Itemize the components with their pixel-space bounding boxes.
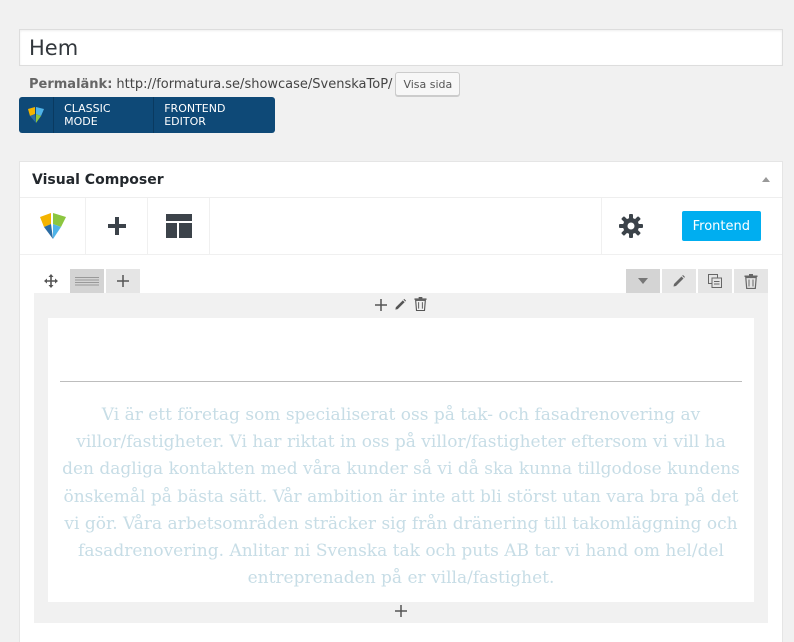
column-controls [34,293,768,317]
permalink-row: Permalänk: http://formatura.se/showcase/… [29,72,461,96]
templates-button[interactable] [148,198,210,254]
row-body: Vi är ett företag som specialiserat oss … [34,293,768,623]
row-toggle-button[interactable] [626,269,660,293]
collapse-toggle-icon[interactable] [762,177,770,182]
add-element-bottom-button[interactable] [34,605,768,617]
column-edit-button[interactable] [394,296,407,315]
editor-mode-bar: CLASSIC MODE FRONTEND EDITOR [19,97,275,133]
row-edit-button[interactable] [662,269,696,293]
permalink-url[interactable]: http://formatura.se/showcase/SvenskaToP/ [116,77,392,92]
settings-button[interactable] [600,198,661,254]
separator-line [60,381,742,382]
panel-title: Visual Composer [32,171,164,188]
copy-icon [708,274,722,288]
column-delete-button[interactable] [414,296,427,315]
row-layout-button[interactable] [70,269,104,293]
vc-logo-button[interactable] [20,198,86,254]
trash-icon [744,273,758,289]
pencil-icon [395,298,407,310]
row-move-handle[interactable] [34,269,68,293]
templates-icon [165,214,192,238]
column-content: Vi är ett företag som specialiserat oss … [48,318,754,602]
permalink-label: Permalänk: [29,76,113,92]
column-add-button[interactable] [375,296,387,315]
plus-icon [375,298,387,311]
visual-composer-panel: Visual Composer Frontend Vi är ett föret… [19,161,783,642]
row-clone-button[interactable] [698,269,732,293]
post-title-input[interactable] [19,29,783,66]
add-element-button[interactable] [86,198,148,254]
row-delete-button[interactable] [734,269,768,293]
view-page-button[interactable]: Visa sida [395,72,461,96]
vc-logo-icon [39,213,66,239]
vc-toolbar: Frontend [20,198,782,255]
plus-icon [107,217,126,235]
panel-header: Visual Composer [20,162,782,198]
trash-icon [414,296,427,311]
vc-row: Vi är ett företag som specialiserat oss … [34,269,768,629]
frontend-editor-button[interactable]: FRONTEND EDITOR [153,97,275,133]
plus-icon [395,605,407,617]
classic-mode-button[interactable]: CLASSIC MODE [54,97,153,133]
frontend-button[interactable]: Frontend [681,211,761,241]
row-layout-icon [75,276,99,285]
row-controls [34,269,768,293]
move-icon [44,274,58,288]
pencil-icon [673,275,685,287]
chevron-down-icon [638,278,648,284]
row-add-column-button[interactable] [106,269,140,293]
text-block[interactable]: Vi är ett företag som specialiserat oss … [60,402,742,592]
gear-icon [619,214,644,238]
plus-icon [117,275,129,287]
vc-logo-icon [19,97,55,133]
